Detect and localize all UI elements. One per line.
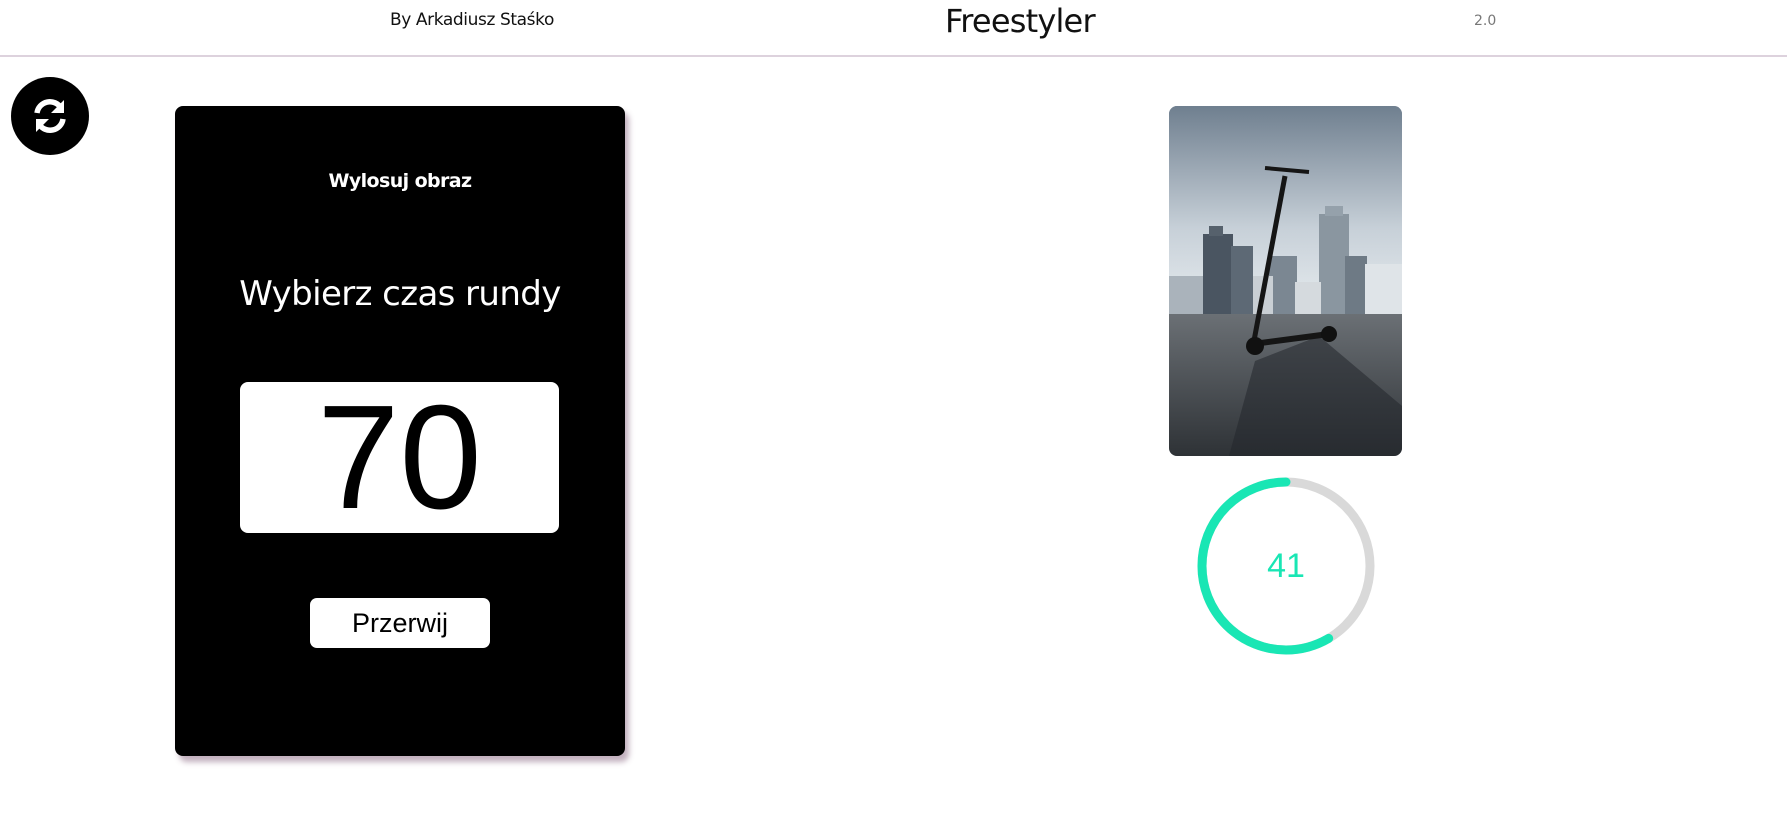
top-header: By Arkadiusz Staśko Freestyler 2.0 [0,0,1787,57]
scooter-photo-illustration [1169,106,1402,456]
scooter-photo [1169,106,1402,456]
author-credit: By Arkadiusz Staśko [390,10,554,30]
stop-button[interactable]: Przerwij [310,598,490,648]
round-time-heading: Wybierz czas rundy [239,274,561,314]
round-time-value[interactable]: 70 [240,382,559,533]
draw-image-button[interactable]: Wylosuj obraz [175,170,625,192]
version-label: 2.0 [1474,13,1497,29]
timer-value: 41 [1267,547,1305,585]
refresh-icon [34,99,66,133]
round-card: Wylosuj obraz Wybierz czas rundy 70 Prze… [175,106,625,756]
countdown-timer: 41 [1193,473,1379,659]
app-title: Freestyler [945,2,1096,40]
refresh-button[interactable] [11,77,89,155]
